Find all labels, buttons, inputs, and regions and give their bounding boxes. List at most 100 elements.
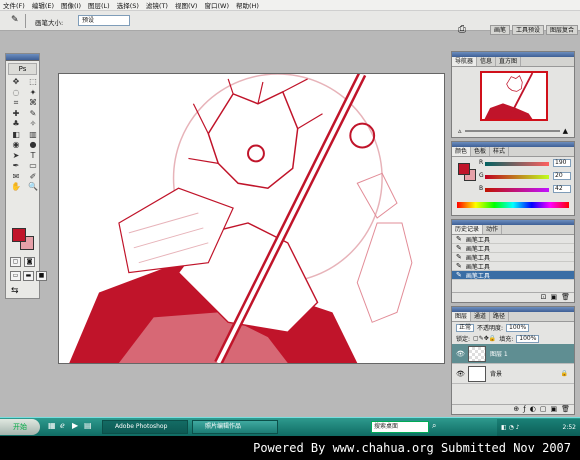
red-value[interactable]: 190 <box>553 159 571 167</box>
quick-mask-icon[interactable]: ◙ <box>24 257 35 267</box>
tab-info[interactable]: 信息 <box>477 57 497 66</box>
slice-icon[interactable]: ⌘ <box>26 98 40 108</box>
brush-preset-select[interactable]: 预设 <box>78 15 130 26</box>
tab-history[interactable]: 历史记录 <box>452 225 484 234</box>
print-icon[interactable]: ⎙ <box>458 24 466 35</box>
lasso-icon[interactable]: ◌ <box>9 88 23 98</box>
blue-slider[interactable] <box>485 188 549 192</box>
stamp-icon[interactable]: ♣ <box>9 119 23 129</box>
color-foreground-swatch[interactable] <box>458 163 470 175</box>
menu-item-image[interactable]: 图像(I) <box>61 0 81 10</box>
layer-name[interactable]: 背景 <box>490 369 502 378</box>
hand-icon[interactable]: ✋ <box>9 182 23 192</box>
media-player-icon[interactable]: ▶ <box>72 421 78 430</box>
eye-icon[interactable]: 👁 <box>456 370 465 378</box>
green-slider[interactable] <box>485 175 549 179</box>
menu-item-edit[interactable]: 编辑(E) <box>32 0 54 10</box>
zoom-out-icon[interactable]: ▵ <box>458 127 462 135</box>
layer-style-icon[interactable]: ƒ <box>523 405 525 414</box>
brush-icon[interactable]: ✎ <box>26 109 40 119</box>
pen-icon[interactable]: ✒ <box>9 161 23 171</box>
blue-value[interactable]: 42 <box>553 185 571 193</box>
eyedropper-icon[interactable]: ✐ <box>26 172 40 182</box>
gradient-icon[interactable]: ▥ <box>26 130 40 140</box>
tab-navigator[interactable]: 导航器 <box>452 57 478 66</box>
eraser-icon[interactable]: ◧ <box>9 130 23 140</box>
fill-input[interactable]: 100% <box>516 334 540 343</box>
menu-item-help[interactable]: 帮助(H) <box>236 0 259 10</box>
explorer-icon[interactable]: ▤ <box>84 421 92 430</box>
show-desktop-icon[interactable]: ▦ <box>48 421 56 430</box>
dodge-icon[interactable]: ● <box>26 140 40 150</box>
zoom-in-icon[interactable]: ▲ <box>563 127 568 135</box>
tab-brushes[interactable]: 画笔 <box>489 25 510 35</box>
shape-icon[interactable]: ▭ <box>26 161 40 171</box>
history-brush-icon[interactable]: ✧ <box>26 119 40 129</box>
taskbar-photoshop[interactable]: Adobe Photoshop <box>102 420 188 434</box>
search-icon[interactable]: ⌕ <box>432 421 436 431</box>
tab-styles[interactable]: 样式 <box>490 147 510 156</box>
delete-layer-icon[interactable]: 🗑 <box>561 405 570 414</box>
tab-channels[interactable]: 通道 <box>471 312 491 321</box>
menu-item-layer[interactable]: 图层(L) <box>88 0 110 10</box>
menu-item-filter[interactable]: 滤镜(T) <box>146 0 168 10</box>
delete-state-icon[interactable]: 🗑 <box>561 293 570 302</box>
tab-swatches[interactable]: 色板 <box>471 147 491 156</box>
history-state[interactable]: ✎ 画笔工具 <box>452 271 574 280</box>
full-screen-icon[interactable]: ■ <box>36 271 47 281</box>
crop-icon[interactable]: ⌗ <box>9 98 23 108</box>
eye-icon[interactable]: 👁 <box>456 350 465 358</box>
new-layer-icon[interactable]: ▣ <box>550 405 557 414</box>
toolbox-titlebar[interactable] <box>6 54 39 61</box>
notes-icon[interactable]: ✉ <box>9 172 23 182</box>
tab-actions[interactable]: 动作 <box>483 225 503 234</box>
navigator-preview[interactable] <box>480 71 548 121</box>
clock[interactable]: 2:52 <box>563 419 576 436</box>
blend-mode-select[interactable]: 正常 <box>456 323 475 332</box>
adjustment-layer-icon[interactable]: ◐ <box>530 405 536 414</box>
menu-item-select[interactable]: 选择(S) <box>117 0 139 10</box>
path-select-icon[interactable]: ➤ <box>9 151 23 161</box>
menu-item-file[interactable]: 文件(F) <box>3 0 25 10</box>
layer-row-background[interactable]: 👁 背景 🔒 <box>452 364 574 384</box>
menu-item-window[interactable]: 窗口(W) <box>204 0 229 10</box>
desktop-search-input[interactable]: 搜索桌面 <box>371 421 429 433</box>
type-icon[interactable]: T <box>26 151 40 161</box>
color-ramp[interactable] <box>457 202 569 208</box>
navigator-zoom-slider[interactable]: ▵ ▲ <box>458 127 568 135</box>
tab-color[interactable]: 颜色 <box>452 147 472 156</box>
taskbar-window-2[interactable]: 照片编辑作品 <box>192 420 278 434</box>
tab-tool-presets[interactable]: 工具预设 <box>511 25 544 35</box>
zoom-icon[interactable]: 🔍 <box>26 182 40 192</box>
red-slider[interactable] <box>485 162 549 166</box>
ie-icon[interactable]: ℯ <box>60 421 65 430</box>
start-button[interactable]: 开始 <box>0 419 40 435</box>
standard-mode-icon[interactable]: ▢ <box>10 257 21 267</box>
tab-histogram[interactable]: 直方图 <box>496 57 522 66</box>
document-canvas[interactable] <box>58 73 445 364</box>
zoom-track[interactable] <box>464 130 560 132</box>
move-icon[interactable]: ✥ <box>9 77 23 87</box>
tab-layers[interactable]: 图层 <box>452 312 472 321</box>
healing-icon[interactable]: ✚ <box>9 109 23 119</box>
photoshop-logo[interactable]: Ps <box>8 63 37 75</box>
magic-wand-icon[interactable]: ✦ <box>26 88 40 98</box>
blur-icon[interactable]: ◉ <box>9 140 23 150</box>
standard-screen-icon[interactable]: ▭ <box>10 271 21 281</box>
layer-row-1[interactable]: 👁 图层 1 <box>452 344 574 364</box>
full-screen-menu-icon[interactable]: ▬ <box>23 271 34 281</box>
opacity-input[interactable]: 100% <box>506 323 530 332</box>
layer-name[interactable]: 图层 1 <box>490 349 508 358</box>
new-group-icon[interactable]: ▢ <box>540 405 547 414</box>
tab-layer-comps[interactable]: 图层复合 <box>545 25 578 35</box>
link-layers-icon[interactable]: ⊕ <box>513 405 519 414</box>
green-value[interactable]: 20 <box>553 172 571 180</box>
brush-tool-icon[interactable]: ✎ <box>11 16 20 25</box>
new-document-from-state-icon[interactable]: ⊡ <box>541 293 547 302</box>
new-snapshot-icon[interactable]: ▣ <box>550 293 557 302</box>
tab-paths[interactable]: 路径 <box>490 312 510 321</box>
tray-icons[interactable]: ◧ ◔ ♪ <box>501 424 520 431</box>
jump-to-imageready-icon[interactable]: ⇆ <box>11 286 19 296</box>
marquee-icon[interactable]: ⬚ <box>26 77 40 87</box>
foreground-color-swatch[interactable] <box>12 228 26 242</box>
